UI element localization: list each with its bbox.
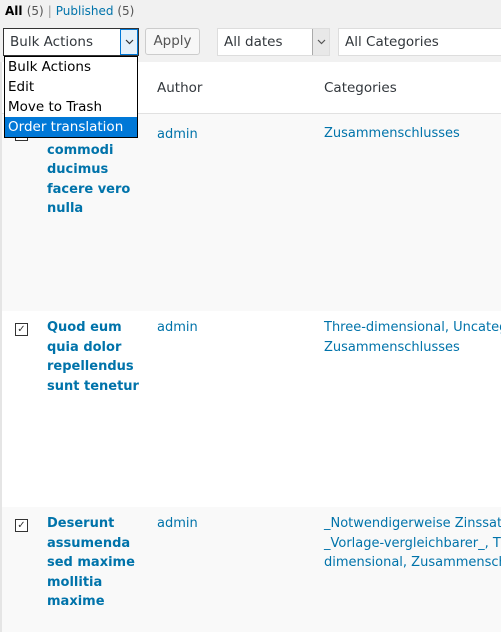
column-header-categories: Categories xyxy=(324,80,397,96)
category-line[interactable]: dimensional, Zusammenschlus xyxy=(324,553,501,573)
title-line: maxime xyxy=(47,594,105,609)
post-title-link[interactable]: Quod eum quia dolor repellendus sunt ten… xyxy=(47,318,147,396)
category-links[interactable]: Zusammenschlusses xyxy=(324,124,460,144)
row-checkbox[interactable]: ✓ xyxy=(15,519,28,532)
table-row: ✓ Deserunt assumenda sed maxime mollitia… xyxy=(2,507,501,632)
title-line: repellendus xyxy=(47,359,134,374)
title-line: quia dolor xyxy=(47,339,122,355)
bulk-actions-value: Bulk Actions xyxy=(10,34,93,50)
checkmark-icon: ✓ xyxy=(17,323,26,335)
category-links[interactable]: _Notwendigerweise Zinssatz C _Vorlage-ve… xyxy=(324,514,501,573)
author-link[interactable]: admin xyxy=(157,516,198,531)
category-line[interactable]: _Vorlage-vergleichbarer_, Thre xyxy=(324,534,501,554)
title-line: mollitia xyxy=(47,574,103,590)
categories-filter-value: All Categories xyxy=(345,34,439,50)
dropdown-option-move-to-trash[interactable]: Move to Trash xyxy=(5,97,137,117)
column-header-author[interactable]: Author xyxy=(157,80,202,96)
filter-published[interactable]: Published (5) xyxy=(56,4,135,18)
chevron-down-icon[interactable] xyxy=(312,29,329,55)
apply-button[interactable]: Apply xyxy=(145,28,200,55)
dates-filter-value: All dates xyxy=(224,34,283,50)
title-line: Quod eum xyxy=(47,320,122,335)
title-line: Deserunt xyxy=(47,516,115,531)
table-row: ✓ Quod eum quia dolor repellendus sunt t… xyxy=(2,311,501,507)
title-line: assumenda xyxy=(47,535,131,551)
title-line: ducimus xyxy=(47,162,109,177)
table-row: Eum commodi ducimus facere vero nulla ad… xyxy=(2,114,501,311)
post-status-filters: All (5) | Published (5) xyxy=(5,4,134,18)
filter-separator: | xyxy=(47,4,52,18)
category-line[interactable]: _Notwendigerweise Zinssatz C xyxy=(324,514,501,534)
filter-published-label: Published xyxy=(55,4,114,18)
dates-filter-select[interactable]: All dates xyxy=(217,28,330,56)
bulk-actions-select[interactable]: Bulk Actions xyxy=(3,28,139,56)
filter-all-label: All xyxy=(5,4,23,18)
category-links[interactable]: Three-dimensional, Uncategor Zusammensch… xyxy=(324,318,501,357)
author-link[interactable]: admin xyxy=(157,320,198,335)
author-link[interactable]: admin xyxy=(157,127,198,142)
filter-all[interactable]: All (5) xyxy=(5,4,44,18)
bulk-actions-dropdown: Bulk Actions Edit Move to Trash Order tr… xyxy=(4,56,138,138)
filter-all-count: (5) xyxy=(26,4,44,18)
title-line: sunt tenetur xyxy=(47,378,139,394)
title-line: facere vero xyxy=(47,181,131,197)
posts-table: Author Categories Eum commodi ducimus fa… xyxy=(0,62,501,632)
chevron-down-icon[interactable] xyxy=(120,29,138,55)
dropdown-option-bulk-actions[interactable]: Bulk Actions xyxy=(5,57,137,77)
category-line[interactable]: Three-dimensional, Uncategor xyxy=(324,318,501,338)
category-line[interactable]: Zusammenschlusses xyxy=(324,338,501,358)
dropdown-option-order-translation[interactable]: Order translation xyxy=(5,117,137,137)
row-checkbox[interactable]: ✓ xyxy=(15,323,28,336)
category-line[interactable]: Zusammenschlusses xyxy=(324,124,460,144)
checkmark-icon: ✓ xyxy=(17,519,26,531)
categories-filter-select[interactable]: All Categories xyxy=(338,28,501,56)
title-line: nulla xyxy=(47,201,84,216)
dropdown-option-edit[interactable]: Edit xyxy=(5,77,137,97)
post-title-link[interactable]: Deserunt assumenda sed maxime mollitia m… xyxy=(47,514,147,612)
title-line: sed maxime xyxy=(47,555,135,570)
filter-published-count: (5) xyxy=(117,4,135,18)
